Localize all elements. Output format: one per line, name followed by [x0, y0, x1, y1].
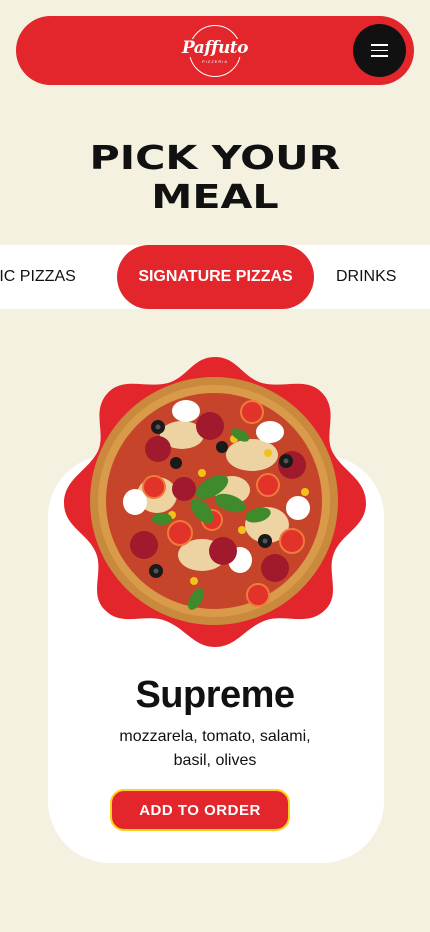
- pizza-illustration: [64, 357, 366, 647]
- menu-button[interactable]: [353, 24, 406, 77]
- brand-logo[interactable]: Paffuto PIZZERIA: [179, 23, 251, 79]
- category-tabs: SSIC PIZZAS SIGNATURE PIZZAS DRINKS: [0, 245, 430, 309]
- page-title-line1: PICK YOUR: [89, 138, 341, 177]
- page-title-line2: MEAL: [151, 177, 279, 216]
- logo-subtext: PIZZERIA: [201, 58, 228, 64]
- tab-drinks[interactable]: DRINKS: [336, 245, 396, 309]
- tab-classic-pizzas[interactable]: SSIC PIZZAS: [0, 245, 76, 309]
- hamburger-menu-icon: [371, 44, 388, 46]
- tab-signature-pizzas[interactable]: SIGNATURE PIZZAS: [117, 245, 314, 309]
- item-description: mozzarela, tomato, salami, basil, olives: [119, 728, 311, 769]
- add-to-order-button[interactable]: ADD TO ORDER: [110, 789, 290, 831]
- item-name: Supreme: [135, 674, 295, 716]
- header-bar: Paffuto PIZZERIA: [16, 16, 414, 85]
- pizza-image: [62, 355, 368, 647]
- logo-text: Paffuto: [179, 37, 251, 58]
- page-title: PICK YOUR MEAL: [0, 138, 430, 216]
